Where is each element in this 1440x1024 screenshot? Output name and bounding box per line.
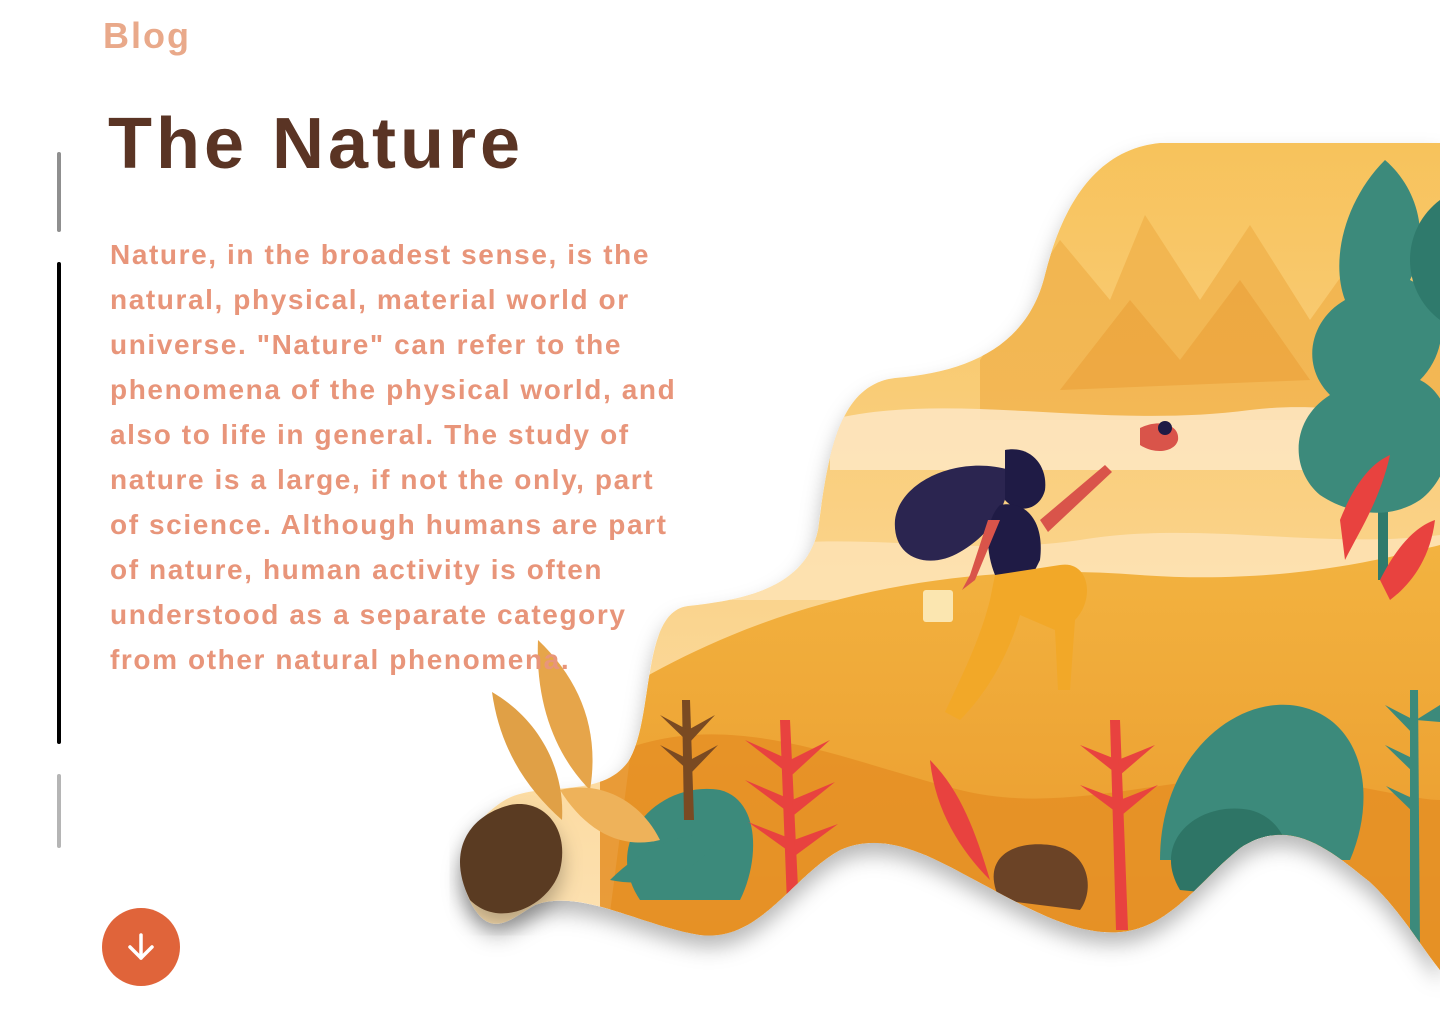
scroll-down-button[interactable]: [102, 908, 180, 986]
rail-segment-bottom: [57, 774, 61, 848]
page-title: The Nature: [108, 104, 525, 184]
rail-segment-active: [57, 262, 61, 744]
rail-segment-top: [57, 152, 61, 232]
arrow-down-icon: [124, 930, 158, 964]
article-body: Nature, in the broadest sense, is the na…: [110, 239, 677, 675]
brand-link[interactable]: Blog: [103, 16, 191, 56]
